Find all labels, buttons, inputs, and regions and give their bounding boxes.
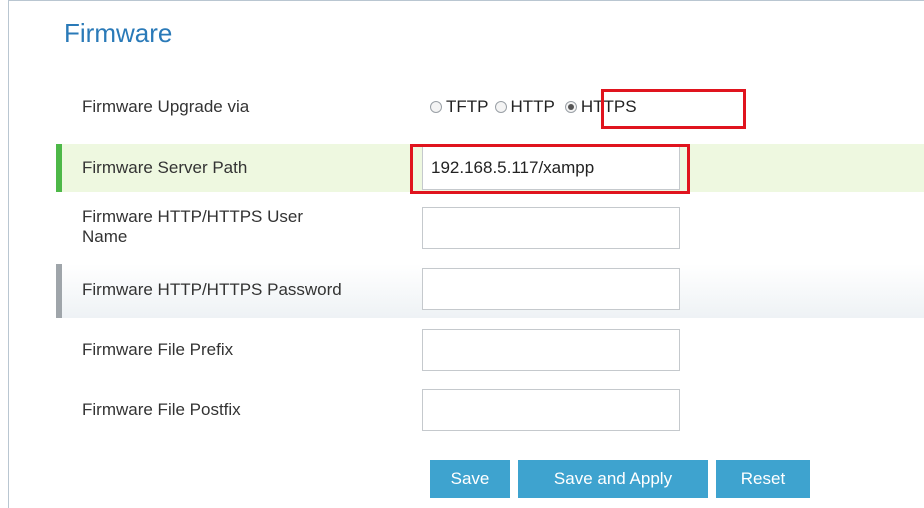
section-title: Firmware (64, 18, 173, 48)
upgrade-via-label: Firmware Upgrade via (82, 97, 250, 116)
radio-https-icon[interactable] (564, 101, 577, 113)
file-prefix-label: Firmware File Prefix (82, 340, 234, 359)
radio-http-icon[interactable] (494, 101, 507, 113)
user-name-label-line2: Name (82, 227, 128, 246)
server-path-label: Firmware Server Path (82, 158, 248, 177)
user-name-label: Firmware HTTP/HTTPS User Name (82, 207, 303, 247)
password-input[interactable] (422, 268, 680, 310)
password-label: Firmware HTTP/HTTPS Password (82, 280, 342, 299)
radio-http[interactable]: HTTP (494, 97, 555, 117)
radio-http-label: HTTP (510, 97, 555, 116)
radio-tftp-icon[interactable] (430, 101, 442, 113)
save-and-apply-button[interactable]: Save and Apply (518, 460, 708, 498)
file-prefix-input[interactable] (422, 329, 680, 371)
https-annotation-box (601, 89, 746, 129)
server-path-annotation-box (410, 144, 690, 194)
radio-tftp-label: TFTP (446, 97, 489, 116)
save-button[interactable]: Save (430, 460, 510, 498)
radio-tftp[interactable]: TFTP (430, 97, 489, 117)
file-postfix-label: Firmware File Postfix (82, 400, 241, 419)
user-name-input[interactable] (422, 207, 680, 249)
file-postfix-input[interactable] (422, 389, 680, 431)
reset-button[interactable]: Reset (716, 460, 810, 498)
user-name-label-line1: Firmware HTTP/HTTPS User (82, 207, 303, 226)
